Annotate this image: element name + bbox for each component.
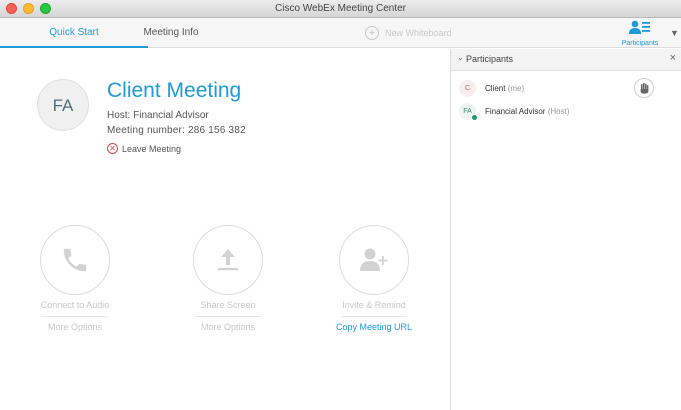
upload-arrow-icon	[218, 249, 238, 271]
share-screen-action: Share Screen More Options	[178, 225, 278, 332]
meeting-number: Meeting number: 286 156 382	[107, 125, 246, 136]
raise-hand-button[interactable]	[634, 78, 654, 98]
participants-panel-header[interactable]: ⌄ Participants ×	[451, 49, 681, 71]
new-whiteboard-label: New Whiteboard	[385, 28, 452, 38]
share-screen-button[interactable]	[193, 225, 263, 295]
participant-initials: FA	[463, 108, 472, 115]
participants-panel-title: Participants	[466, 54, 514, 64]
connect-audio-button[interactable]	[40, 225, 110, 295]
connect-audio-label: Connect to Audio	[40, 300, 110, 310]
share-screen-label: Share Screen	[200, 300, 256, 310]
close-icon[interactable]: ×	[670, 52, 676, 64]
host-info: Host: Financial Advisor	[107, 110, 209, 121]
audio-more-options-link[interactable]: More Options	[25, 322, 125, 332]
participant-name: Financial Advisor (Host)	[485, 107, 570, 116]
participants-panel: ⌄ Participants × C Client (me) FA Financ…	[450, 49, 681, 410]
phone-icon	[63, 248, 87, 272]
participant-row[interactable]: C Client (me)	[451, 77, 681, 101]
invite-remind-action: Invite & Remind Copy Meeting URL	[324, 225, 424, 332]
plus-icon: +	[365, 26, 379, 40]
divider	[42, 316, 108, 317]
avatar: FA	[37, 79, 89, 131]
participant-name-text: Financial Advisor	[485, 107, 546, 116]
quick-start-pane: FA Client Meeting Host: Financial Adviso…	[0, 49, 450, 410]
participant-name-text: Client	[485, 84, 506, 93]
chevron-down-icon[interactable]: ▼	[670, 28, 679, 38]
invite-remind-button[interactable]	[339, 225, 409, 295]
chevron-down-icon[interactable]: ⌄	[457, 53, 464, 62]
window-title: Cisco WebEx Meeting Center	[275, 3, 406, 14]
divider	[195, 316, 261, 317]
host-status-icon	[471, 114, 478, 121]
tab-meeting-info[interactable]: Meeting Info	[97, 18, 245, 48]
connect-audio-action: Connect to Audio More Options	[25, 225, 125, 332]
participants-button-label: Participants	[621, 40, 659, 47]
new-whiteboard-button[interactable]: + New Whiteboard	[365, 25, 452, 41]
participant-name: Client (me)	[485, 84, 524, 93]
participant-initials: C	[464, 85, 471, 92]
participant-avatar: FA	[459, 103, 478, 121]
participant-role: (Host)	[547, 107, 570, 116]
participant-row[interactable]: FA Financial Advisor (Host)	[451, 100, 681, 124]
leave-meeting-label: Leave Meeting	[122, 143, 182, 154]
toolbar: Quick Start Meeting Info + New Whiteboar…	[0, 18, 681, 48]
title-bar: Cisco WebEx Meeting Center	[0, 0, 681, 18]
add-user-icon	[360, 248, 388, 271]
participants-icon	[629, 20, 650, 34]
meeting-title: Client Meeting	[107, 79, 242, 102]
participant-role: (me)	[507, 84, 525, 93]
close-circle-icon: ✕	[107, 143, 118, 154]
divider	[341, 316, 407, 317]
invite-remind-label: Invite & Remind	[342, 300, 406, 310]
participant-avatar: C	[459, 80, 476, 97]
raise-hand-icon	[640, 82, 649, 94]
share-more-options-link[interactable]: More Options	[178, 322, 278, 332]
leave-meeting-button[interactable]: ✕ Leave Meeting	[107, 143, 181, 154]
copy-meeting-url-link[interactable]: Copy Meeting URL	[324, 322, 424, 332]
participants-button[interactable]: Participants	[612, 18, 668, 48]
